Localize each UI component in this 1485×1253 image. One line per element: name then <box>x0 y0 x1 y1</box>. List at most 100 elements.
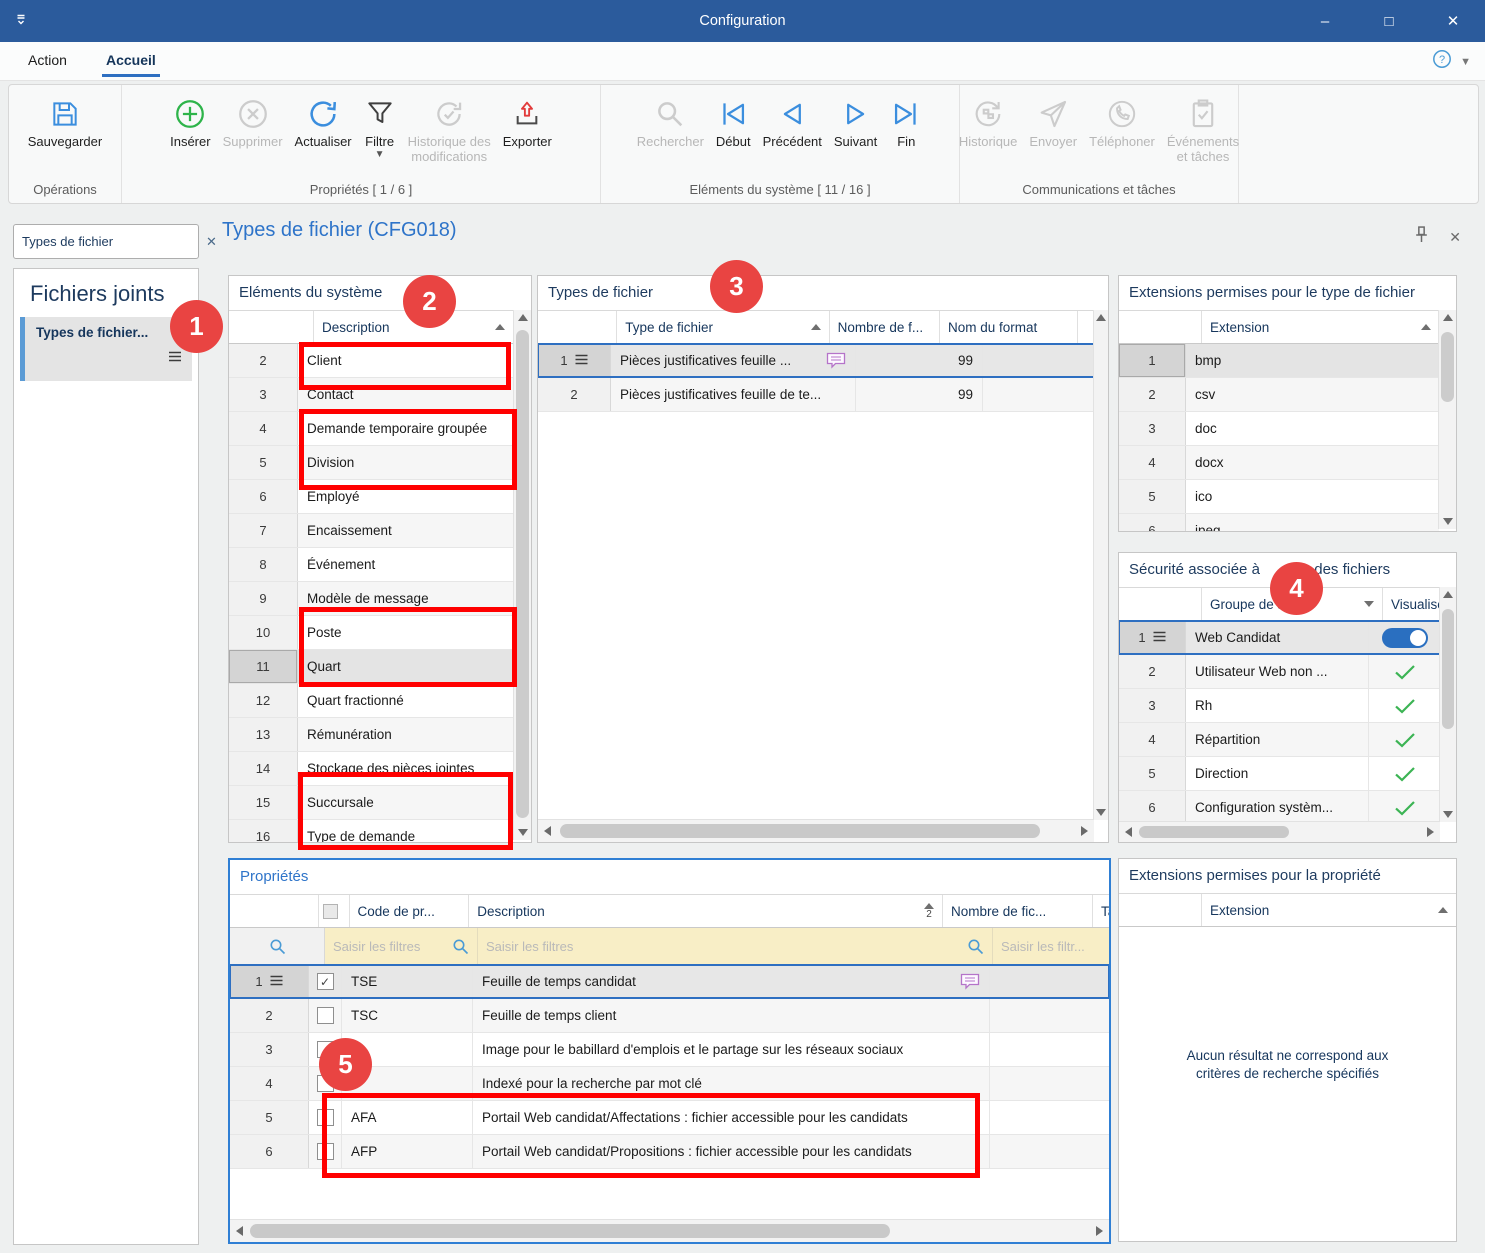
table-row[interactable]: 6 AFP Portail Web candidat/Propositions … <box>230 1135 1109 1169</box>
vertical-scrollbar[interactable] <box>1438 310 1456 529</box>
comment-icon[interactable] <box>826 352 846 369</box>
format-column-header[interactable]: Nom du format <box>940 311 1078 343</box>
code-filter-input[interactable]: Saisir les filtres <box>325 928 478 964</box>
table-row[interactable]: 5 Division <box>229 446 513 480</box>
ribbon-group-communications: Historique Envoyer Téléphoner Événements… <box>960 85 1239 203</box>
vertical-scrollbar[interactable] <box>513 310 531 840</box>
table-row[interactable]: 1 TSE Feuille de temps candidat 99 <box>230 965 1109 999</box>
table-row[interactable]: 12 Quart fractionné <box>229 684 513 718</box>
table-row[interactable]: 4 docx <box>1119 446 1439 480</box>
minimize-button[interactable]: – <box>1293 0 1357 42</box>
last-button[interactable]: Fin <box>883 93 929 152</box>
table-row[interactable]: 14 Stockage des pièces jointes <box>229 752 513 786</box>
close-pane-icon[interactable]: ✕ <box>1449 229 1461 246</box>
vertical-scrollbar[interactable] <box>1439 587 1456 822</box>
first-button[interactable]: Début <box>710 93 757 152</box>
count-column-header[interactable]: Nombre de f... <box>830 311 940 343</box>
tab-action[interactable]: Action <box>22 50 73 70</box>
table-row[interactable]: 3 Image pour le babillard d'emplois et l… <box>230 1033 1109 1067</box>
table-row[interactable]: 3 Rh <box>1119 689 1440 723</box>
horizontal-scrollbar[interactable] <box>230 1219 1109 1242</box>
next-button[interactable]: Suivant <box>828 93 883 152</box>
table-row[interactable]: 7 Encaissement <box>229 514 513 548</box>
table-row[interactable]: 2 TSC Feuille de temps client 99 <box>230 999 1109 1033</box>
security-group-column-header[interactable]: Groupe de s <box>1202 588 1383 620</box>
table-row[interactable]: 13 Rémunération <box>229 718 513 752</box>
table-row[interactable]: 4 Indexé pour la recherche par mot clé 9… <box>230 1067 1109 1101</box>
table-row[interactable]: 9 Modèle de message <box>229 582 513 616</box>
table-row[interactable]: 15 Succursale <box>229 786 513 820</box>
table-row[interactable]: 2 Client <box>229 344 513 378</box>
type-column-header[interactable]: Type de fichier <box>617 311 829 343</box>
table-row[interactable]: 6 jpeg <box>1119 514 1439 532</box>
row-menu-icon[interactable] <box>168 349 182 367</box>
row-number-header <box>1119 894 1202 926</box>
row-checkbox[interactable] <box>317 1075 334 1092</box>
count-filter-input[interactable]: Saisir les filtr... <box>993 928 1111 964</box>
tab-accueil[interactable]: Accueil <box>100 50 162 70</box>
row-menu-icon[interactable] <box>1153 630 1166 645</box>
comment-icon[interactable] <box>960 973 980 990</box>
search-input[interactable] <box>14 234 206 249</box>
extension-column-header[interactable]: Extension <box>1202 311 1439 343</box>
vertical-scrollbar[interactable] <box>1093 310 1108 820</box>
description-column-header[interactable]: Description <box>314 311 513 343</box>
description-column-header[interactable]: Description 2 <box>469 895 943 927</box>
sidebar-item-types-de-fichier[interactable]: Types de fichier... <box>20 317 192 381</box>
pin-icon[interactable] <box>1414 226 1429 248</box>
table-row[interactable]: 2 Pièces justificatives feuille de te...… <box>538 378 1094 412</box>
table-row[interactable]: 1 Web Candidat <box>1119 621 1440 655</box>
description-filter-input[interactable]: Saisir les filtres <box>478 928 993 964</box>
row-checkbox[interactable] <box>317 1143 334 1160</box>
refresh-button[interactable]: Actualiser <box>289 93 358 152</box>
table-row[interactable]: 5 Direction <box>1119 757 1440 791</box>
horizontal-scrollbar[interactable] <box>538 819 1094 842</box>
maximize-button[interactable]: □ <box>1357 0 1421 42</box>
table-row[interactable]: 11 Quart <box>229 650 513 684</box>
table-row[interactable]: 6 Configuration systèm... <box>1119 791 1440 825</box>
count-column-header[interactable]: Nombre de fic... <box>943 895 1093 927</box>
filter-cell[interactable] <box>230 928 325 964</box>
table-row[interactable]: 16 Type de demande <box>229 820 513 843</box>
row-menu-icon[interactable] <box>270 974 283 989</box>
size-column-header[interactable]: Tail <box>1093 895 1109 927</box>
table-row[interactable]: 2 csv <box>1119 378 1439 412</box>
previous-button[interactable]: Précédent <box>757 93 828 152</box>
row-menu-icon[interactable] <box>575 353 588 368</box>
clear-search-icon[interactable]: ✕ <box>206 234 217 250</box>
table-row[interactable]: 4 Demande temporaire groupée <box>229 412 513 446</box>
check-icon <box>1394 732 1416 748</box>
plus-circle-icon <box>173 95 207 133</box>
filter-button[interactable]: Filtre ▼ <box>358 93 402 159</box>
table-row[interactable]: 2 Utilisateur Web non ... <box>1119 655 1440 689</box>
table-row[interactable]: 5 AFA Portail Web candidat/Affectations … <box>230 1101 1109 1135</box>
extension-column-header[interactable]: Extension <box>1202 894 1456 926</box>
row-checkbox[interactable] <box>317 973 334 990</box>
table-row[interactable]: 10 Poste <box>229 616 513 650</box>
sort-descending-icon <box>1364 601 1374 607</box>
table-row[interactable]: 8 Événement <box>229 548 513 582</box>
row-checkbox[interactable] <box>317 1007 334 1024</box>
close-button[interactable]: ✕ <box>1421 0 1485 42</box>
elements-table-body: 2 Client 3 Contact 4 Demande temporaire … <box>229 344 513 843</box>
search-icon <box>452 938 469 955</box>
table-row[interactable]: 4 Répartition <box>1119 723 1440 757</box>
chevron-down-icon[interactable]: ▼ <box>1460 56 1471 68</box>
table-row[interactable]: 1 bmp <box>1119 344 1439 378</box>
export-button[interactable]: Exporter <box>497 93 558 152</box>
code-column-header[interactable]: Code de pr... <box>350 895 470 927</box>
row-checkbox[interactable] <box>317 1109 334 1126</box>
table-row[interactable]: 1 Pièces justificatives feuille ... 99 <box>538 344 1094 378</box>
checkbox-column-header[interactable] <box>319 895 350 927</box>
table-row[interactable]: 5 ico <box>1119 480 1439 514</box>
save-button[interactable]: Sauvegarder <box>22 93 108 152</box>
visualize-toggle[interactable] <box>1382 628 1428 648</box>
table-row[interactable]: 3 Contact <box>229 378 513 412</box>
row-checkbox[interactable] <box>317 1041 334 1058</box>
insert-button[interactable]: Insérer <box>164 93 216 152</box>
table-row[interactable]: 3 doc <box>1119 412 1439 446</box>
help-icon[interactable]: ? <box>1432 49 1452 74</box>
table-row[interactable]: 6 Employé <box>229 480 513 514</box>
visualize-column-header[interactable]: Visualiser <box>1383 588 1440 620</box>
horizontal-scrollbar[interactable] <box>1119 821 1440 842</box>
